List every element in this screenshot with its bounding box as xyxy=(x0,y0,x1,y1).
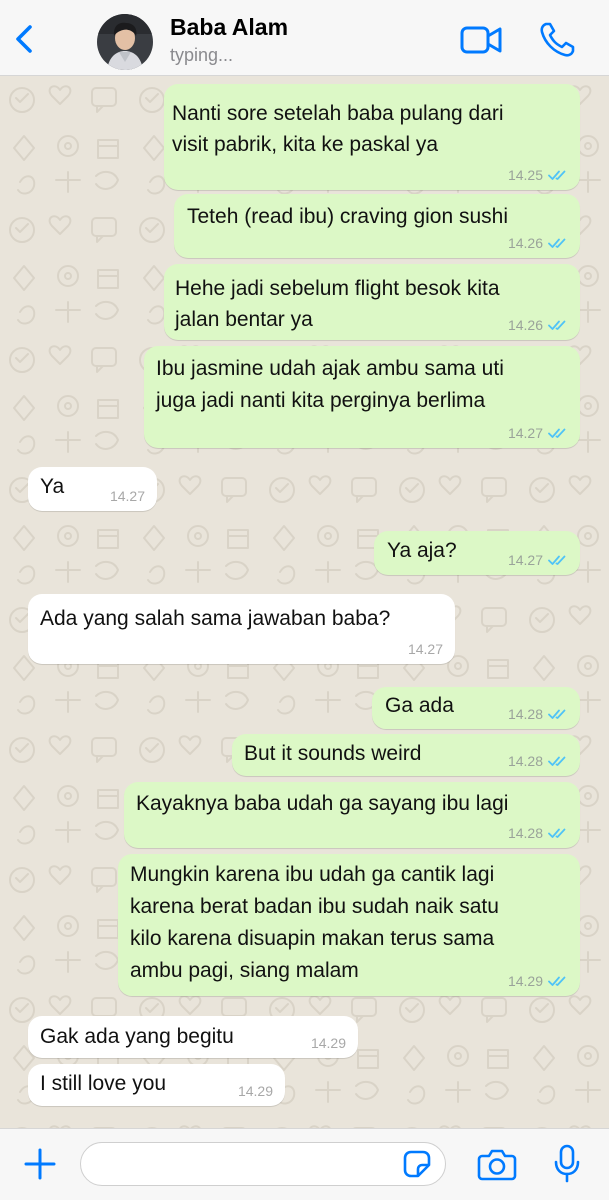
message-text: Gak ada yang begitu xyxy=(40,1025,234,1048)
microphone-icon[interactable] xyxy=(553,1143,581,1185)
contact-name[interactable]: Baba Alam xyxy=(170,14,288,41)
message-list[interactable]: Nanti sore setelah baba pulang dari visi… xyxy=(0,76,609,1128)
read-receipt-icon xyxy=(548,238,566,248)
message-meta: 14.27 xyxy=(408,641,443,657)
message-meta: 14.27 xyxy=(110,488,145,504)
message-time: 14.28 xyxy=(507,825,543,841)
incoming-message[interactable]: Gak ada yang begitu 14.29 xyxy=(28,1016,358,1058)
composer-bar xyxy=(0,1128,609,1200)
read-receipt-icon xyxy=(548,320,566,330)
outgoing-message[interactable]: Kayaknya baba udah ga sayang ibu lagi 14… xyxy=(124,782,580,848)
read-receipt-icon xyxy=(548,555,566,565)
message-text: Ya aja? xyxy=(387,539,457,562)
message-text: Mungkin karena ibu udah ga cantik lagi xyxy=(130,863,495,886)
message-text: visit pabrik, kita ke paskal ya xyxy=(172,133,439,156)
read-receipt-icon xyxy=(548,428,566,438)
message-text: I still love you xyxy=(40,1072,167,1095)
message-time: 14.28 xyxy=(507,706,543,722)
message-text: juga jadi nanti kita perginya berlima xyxy=(156,389,486,412)
message-meta: 14.25 xyxy=(508,167,568,183)
message-meta: 14.28 xyxy=(508,753,568,769)
message-meta: 14.29 xyxy=(238,1083,273,1099)
incoming-message[interactable]: I still love you 14.29 xyxy=(28,1064,285,1106)
message-time: 14.29 xyxy=(507,973,543,989)
message-text: Ga ada xyxy=(385,694,454,717)
message-text: Ya xyxy=(40,475,65,498)
outgoing-message[interactable]: Mungkin karena ibu udah ga cantik lagi k… xyxy=(118,854,580,996)
sticker-icon[interactable] xyxy=(402,1149,432,1179)
message-text: kilo karena disuapin makan terus sama xyxy=(130,927,495,950)
incoming-message[interactable]: Ya 14.27 xyxy=(28,467,157,511)
read-receipt-icon xyxy=(548,756,566,766)
message-text: Ibu jasmine udah ajak ambu sama uti xyxy=(156,357,504,380)
message-text: Hehe jadi sebelum flight besok kita xyxy=(175,277,500,300)
outgoing-message[interactable]: Teteh (read ibu) craving gion sushi 14.2… xyxy=(174,194,580,258)
message-time: 14.26 xyxy=(507,317,543,333)
message-meta: 14.28 xyxy=(508,825,568,841)
outgoing-message[interactable]: Ya aja? 14.27 xyxy=(374,531,580,575)
message-time: 14.27 xyxy=(109,488,145,504)
phone-icon[interactable] xyxy=(537,20,577,60)
message-time: 14.27 xyxy=(507,552,543,568)
message-time: 14.26 xyxy=(507,235,543,251)
read-receipt-icon xyxy=(548,828,566,838)
message-meta: 14.29 xyxy=(508,973,568,989)
message-meta: 14.26 xyxy=(508,317,568,333)
message-time: 14.27 xyxy=(507,425,543,441)
message-input[interactable] xyxy=(80,1142,446,1186)
contact-status: typing... xyxy=(170,45,234,65)
message-text: karena berat badan ibu sudah naik satu xyxy=(130,895,499,918)
read-receipt-icon xyxy=(548,709,566,719)
message-meta: 14.27 xyxy=(508,552,568,568)
avatar[interactable] xyxy=(97,14,153,70)
chat-header: Baba Alam typing... xyxy=(0,0,609,76)
message-time: 14.25 xyxy=(507,167,543,183)
message-text: Kayaknya baba udah ga sayang ibu lagi xyxy=(136,792,509,815)
outgoing-message[interactable]: Ibu jasmine udah ajak ambu sama uti juga… xyxy=(144,346,580,448)
plus-icon[interactable] xyxy=(22,1146,58,1182)
incoming-message[interactable]: Ada yang salah sama jawaban baba? 14.27 xyxy=(28,594,455,664)
outgoing-message[interactable]: Hehe jadi sebelum flight besok kita jala… xyxy=(164,264,580,340)
read-receipt-icon xyxy=(548,976,566,986)
message-text: jalan bentar ya xyxy=(175,308,313,331)
message-time: 14.27 xyxy=(407,641,443,657)
video-call-icon[interactable] xyxy=(458,20,504,60)
message-meta: 14.26 xyxy=(508,235,568,251)
outgoing-message[interactable]: Ga ada 14.28 xyxy=(372,687,580,729)
message-text: Teteh (read ibu) craving gion sushi xyxy=(187,205,509,228)
chevron-left-icon[interactable] xyxy=(8,22,42,56)
outgoing-message[interactable]: Nanti sore setelah baba pulang dari visi… xyxy=(164,84,580,190)
camera-icon[interactable] xyxy=(477,1145,517,1183)
message-meta: 14.29 xyxy=(311,1035,346,1051)
outgoing-message[interactable]: But it sounds weird 14.28 xyxy=(232,734,580,776)
message-time: 14.29 xyxy=(237,1083,273,1099)
message-meta: 14.27 xyxy=(508,425,568,441)
message-text: Nanti sore setelah baba pulang dari xyxy=(172,102,504,125)
message-text: But it sounds weird xyxy=(244,742,422,765)
message-time: 14.28 xyxy=(507,753,543,769)
message-text: Ada yang salah sama jawaban baba? xyxy=(40,607,391,630)
message-time: 14.29 xyxy=(310,1035,346,1051)
read-receipt-icon xyxy=(548,170,566,180)
message-text: ambu pagi, siang malam xyxy=(130,959,359,982)
message-meta: 14.28 xyxy=(508,706,568,722)
